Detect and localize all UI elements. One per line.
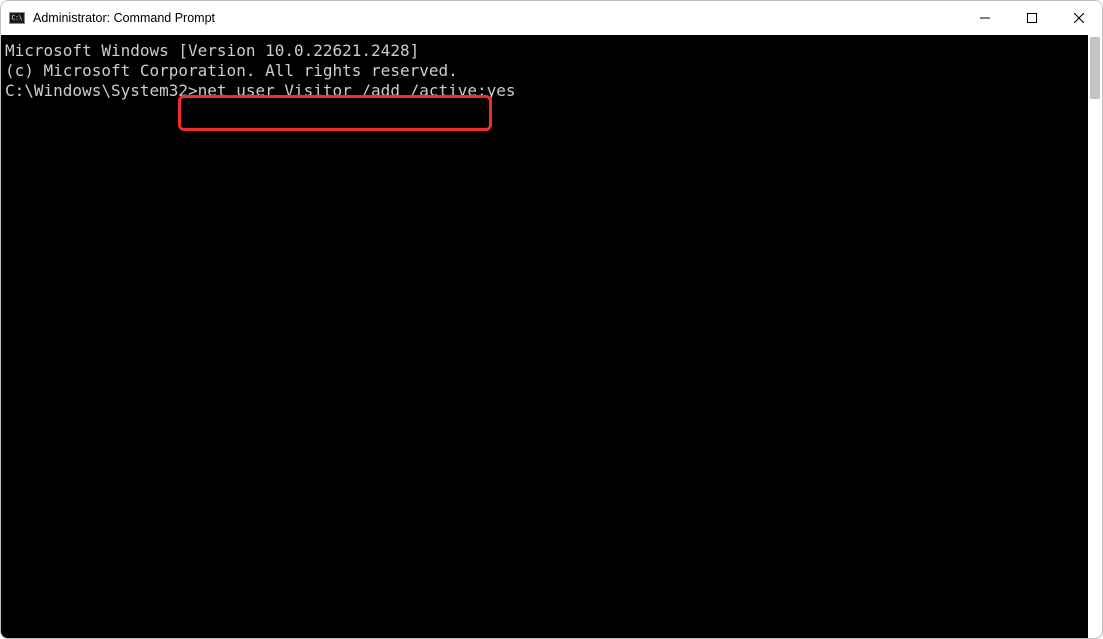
window-title: Administrator: Command Prompt — [33, 11, 215, 25]
vertical-scrollbar[interactable] — [1088, 35, 1102, 638]
close-button[interactable] — [1055, 1, 1102, 35]
titlebar[interactable]: C:\ Administrator: Command Prompt — [1, 1, 1102, 35]
entered-command: net user Visitor /add /active:yes — [198, 81, 516, 101]
scrollbar-thumb[interactable] — [1090, 37, 1100, 99]
cmd-icon: C:\ — [9, 10, 25, 26]
console-line-version: Microsoft Windows [Version 10.0.22621.24… — [5, 41, 1088, 61]
console-prompt-line: C:\Windows\System32>net user Visitor /ad… — [5, 81, 1088, 101]
window-controls — [961, 1, 1102, 35]
maximize-button[interactable] — [1008, 1, 1055, 35]
prompt-path: C:\Windows\System32> — [5, 81, 198, 101]
app-window: C:\ Administrator: Command Prompt Micros… — [0, 0, 1103, 639]
titlebar-left: C:\ Administrator: Command Prompt — [9, 10, 215, 26]
console-line-copyright: (c) Microsoft Corporation. All rights re… — [5, 61, 1088, 81]
console-wrapper: Microsoft Windows [Version 10.0.22621.24… — [1, 35, 1102, 638]
svg-text:C:\: C:\ — [12, 15, 23, 22]
minimize-button[interactable] — [961, 1, 1008, 35]
console-area[interactable]: Microsoft Windows [Version 10.0.22621.24… — [1, 35, 1088, 638]
